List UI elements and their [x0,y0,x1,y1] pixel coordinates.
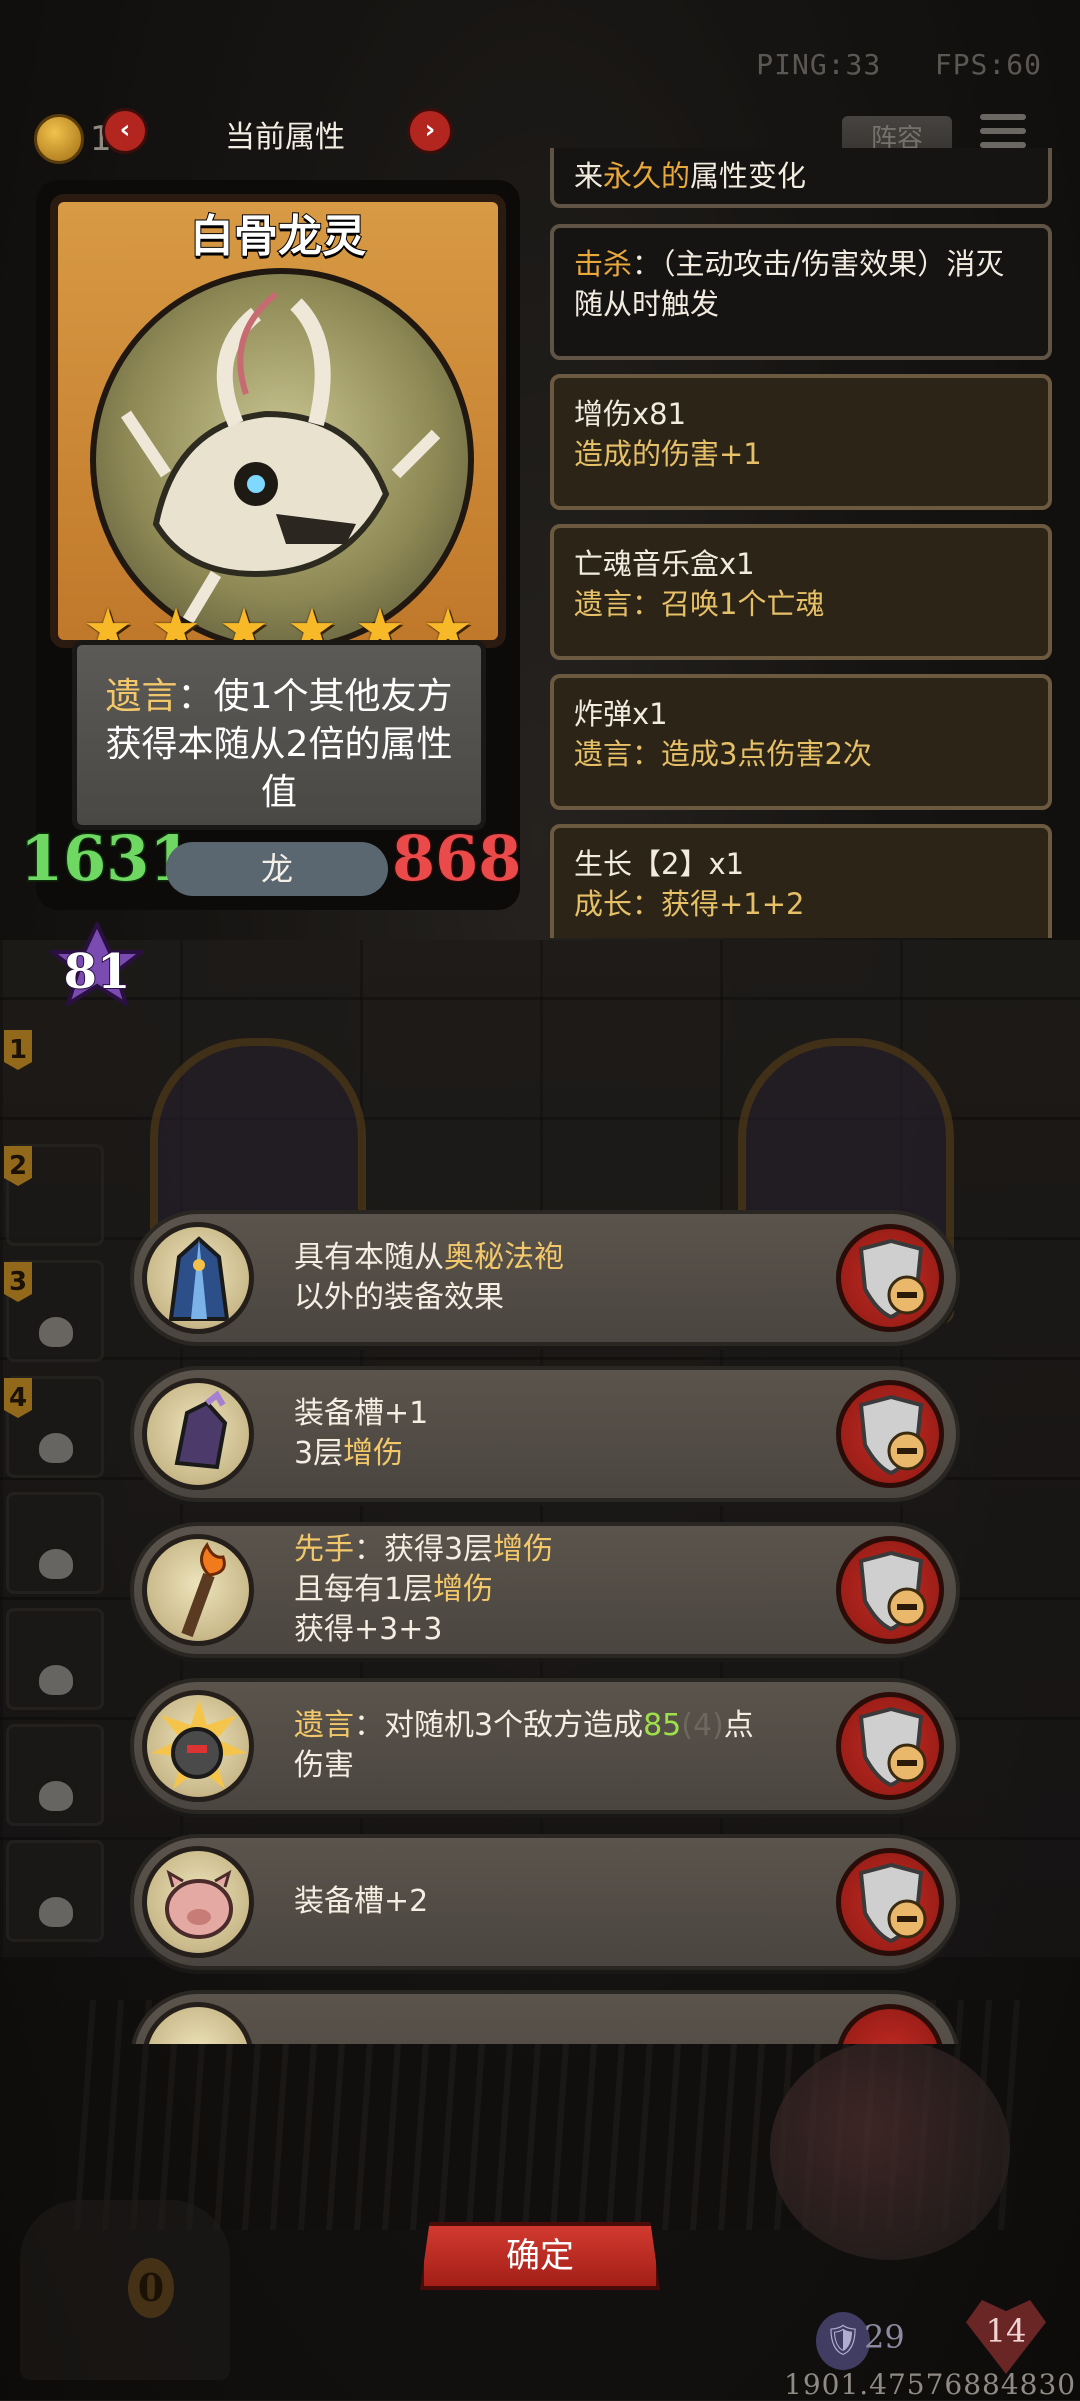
shield-minus-icon [858,1239,927,1319]
attr-subtitle: 造成的伤害+1 [574,437,762,471]
shield-minus-icon [858,1395,927,1475]
deathrattle-keyword: 遗言 [105,676,178,717]
next-button[interactable]: › [407,108,453,154]
remove-equipment-button[interactable] [836,1224,944,1332]
equip-keyword: 增伤 [343,1436,404,1471]
attr-title: 生长【2】x1 [574,847,745,881]
bone-dragon-icon [121,291,441,628]
equip-text: 以外的装备效果 [294,1280,504,1315]
base-damage-value: (4) [681,1708,724,1743]
confirm-button[interactable]: 确定 [420,2222,660,2290]
bone-dragon-portrait [90,268,474,652]
remove-equipment-button[interactable] [836,2004,944,2044]
remove-equipment-button[interactable] [836,1536,944,1644]
equip-keyword: 增伤 [433,1572,494,1607]
attribute-panel: 亡魂音乐盒x1 遗言：召唤1个亡魂 [550,524,1052,660]
equipment-description: 装备槽+2 [294,1838,814,1966]
equip-text: 具有本随从 [294,1240,444,1275]
equip-text: 3层 [294,1436,344,1471]
attribute-panel: 炸弹x1 遗言：造成3点伤害2次 [550,674,1052,810]
attr-keyword: 永久的 [603,159,691,193]
attr-title: 炸弹x1 [574,697,668,731]
attr-subtitle: 遗言：召唤1个亡魂 [574,587,825,621]
attribute-panel: 来永久的属性变化 [550,148,1052,208]
attack-value: 1631 [19,821,195,897]
attribute-panel: 击杀：（主动攻击/伤害效果）消灭 随从时触发 [550,224,1052,360]
equipment-item [130,1990,960,2044]
attr-text: 随从时触发 [574,287,720,321]
remove-equipment-button[interactable] [836,1848,944,1956]
attr-text: 属性变化 [690,159,807,193]
attr-title: 增伤x81 [574,397,687,431]
armor-value: 29 [864,2318,905,2356]
attr-text: 来 [574,159,604,193]
attr-title: 亡魂音乐盒x1 [574,547,755,581]
equip-text: 装备槽+1 [294,1396,429,1431]
armor-icon: 🛡 [816,2312,870,2370]
equip-text: ：对随机3个敌方造成 [354,1708,644,1743]
equipment-item: 具有本随从奥秘法袍 以外的装备效果 [130,1210,960,1346]
equipment-description: 遗言：对随机3个敌方造成85(4)点 伤害 [294,1682,814,1810]
hero-health-value: 14 [985,2312,1027,2350]
equipment-item: 遗言：对随机3个敌方造成85(4)点 伤害 [130,1678,960,1814]
equip-text: 装备槽+2 [294,1884,429,1919]
remove-equipment-button[interactable] [836,1380,944,1488]
network-status: PING:33 FPS:60 [756,48,1042,81]
previous-button[interactable]: ‹ [102,108,148,154]
equipment-item: 先手：获得3层增伤 且每有1层增伤 获得+3+3 [130,1522,960,1658]
coordinate-readout: 1901.47576884830 [784,2368,1077,2401]
equip-text: ：获得3层 [354,1532,494,1567]
attribute-panel: 生长【2】x1 成长：获得+1+2 [550,824,1052,938]
equipment-icon [142,2002,254,2044]
deathrattle-keyword: 遗言 [294,1708,354,1743]
damage-value: 85 [643,1708,682,1743]
tribe-label: 龙 [166,842,388,896]
equip-text: 获得+3+3 [294,1612,443,1647]
shield-minus-icon [858,1707,927,1787]
equipment-description: 装备槽+1 3层增伤 [294,1370,814,1498]
equip-text: 伤害 [294,1748,354,1783]
equip-keyword: 奥秘法袍 [444,1240,564,1275]
attribute-panel: 增伤x81 造成的伤害+1 [550,374,1052,510]
equipment-item: 装备槽+2 [130,1834,960,1970]
minion-description: 遗言：使1个其他友方获得本随从2倍的属性值 [72,640,486,830]
equipment-list[interactable]: 具有本随从奥秘法袍 以外的装备效果 装备槽+1 3层增伤 先手：获得3层增伤 且… [120,1200,980,2044]
bomb-icon [142,1690,254,1802]
page-title: 当前属性 [225,120,345,155]
attr-subtitle: 遗言：造成3点伤害2次 [574,737,872,771]
equipment-description: 先手：获得3层增伤 且每有1层增伤 获得+3+3 [294,1526,814,1654]
fps-text: FPS:60 [934,48,1042,81]
gauntlet-icon [142,1378,254,1490]
torch-icon [142,1534,254,1646]
ping-text: PING:33 [756,48,882,81]
equipment-description: 具有本随从奥秘法袍 以外的装备效果 [294,1214,814,1342]
equipment-item: 装备槽+1 3层增伤 [130,1366,960,1502]
mystic-robe-icon [142,1222,254,1334]
pig-icon [142,1846,254,1958]
remove-equipment-button[interactable] [836,1692,944,1800]
shield-minus-icon [858,1863,927,1943]
minion-name: 白骨龙灵 [189,210,367,263]
equip-text: 点 [723,1708,754,1743]
equip-keyword: 增伤 [493,1532,554,1567]
health-value: 868 [390,821,522,897]
gold-coin-icon [34,114,84,164]
attr-subtitle: 成长：获得+1+2 [574,887,805,921]
equip-text: 且每有1层 [294,1572,434,1607]
shield-minus-icon [858,1551,927,1631]
attribute-list[interactable]: 来永久的属性变化 击杀：（主动攻击/伤害效果）消灭 随从时触发 增伤x81 造成… [546,148,1056,938]
minion-level: 81 [63,943,132,1001]
kill-keyword: 击杀 [574,247,633,281]
attr-text: ：（主动攻击/伤害效果）消灭 [632,247,1005,281]
first-strike-keyword: 先手 [294,1532,354,1567]
